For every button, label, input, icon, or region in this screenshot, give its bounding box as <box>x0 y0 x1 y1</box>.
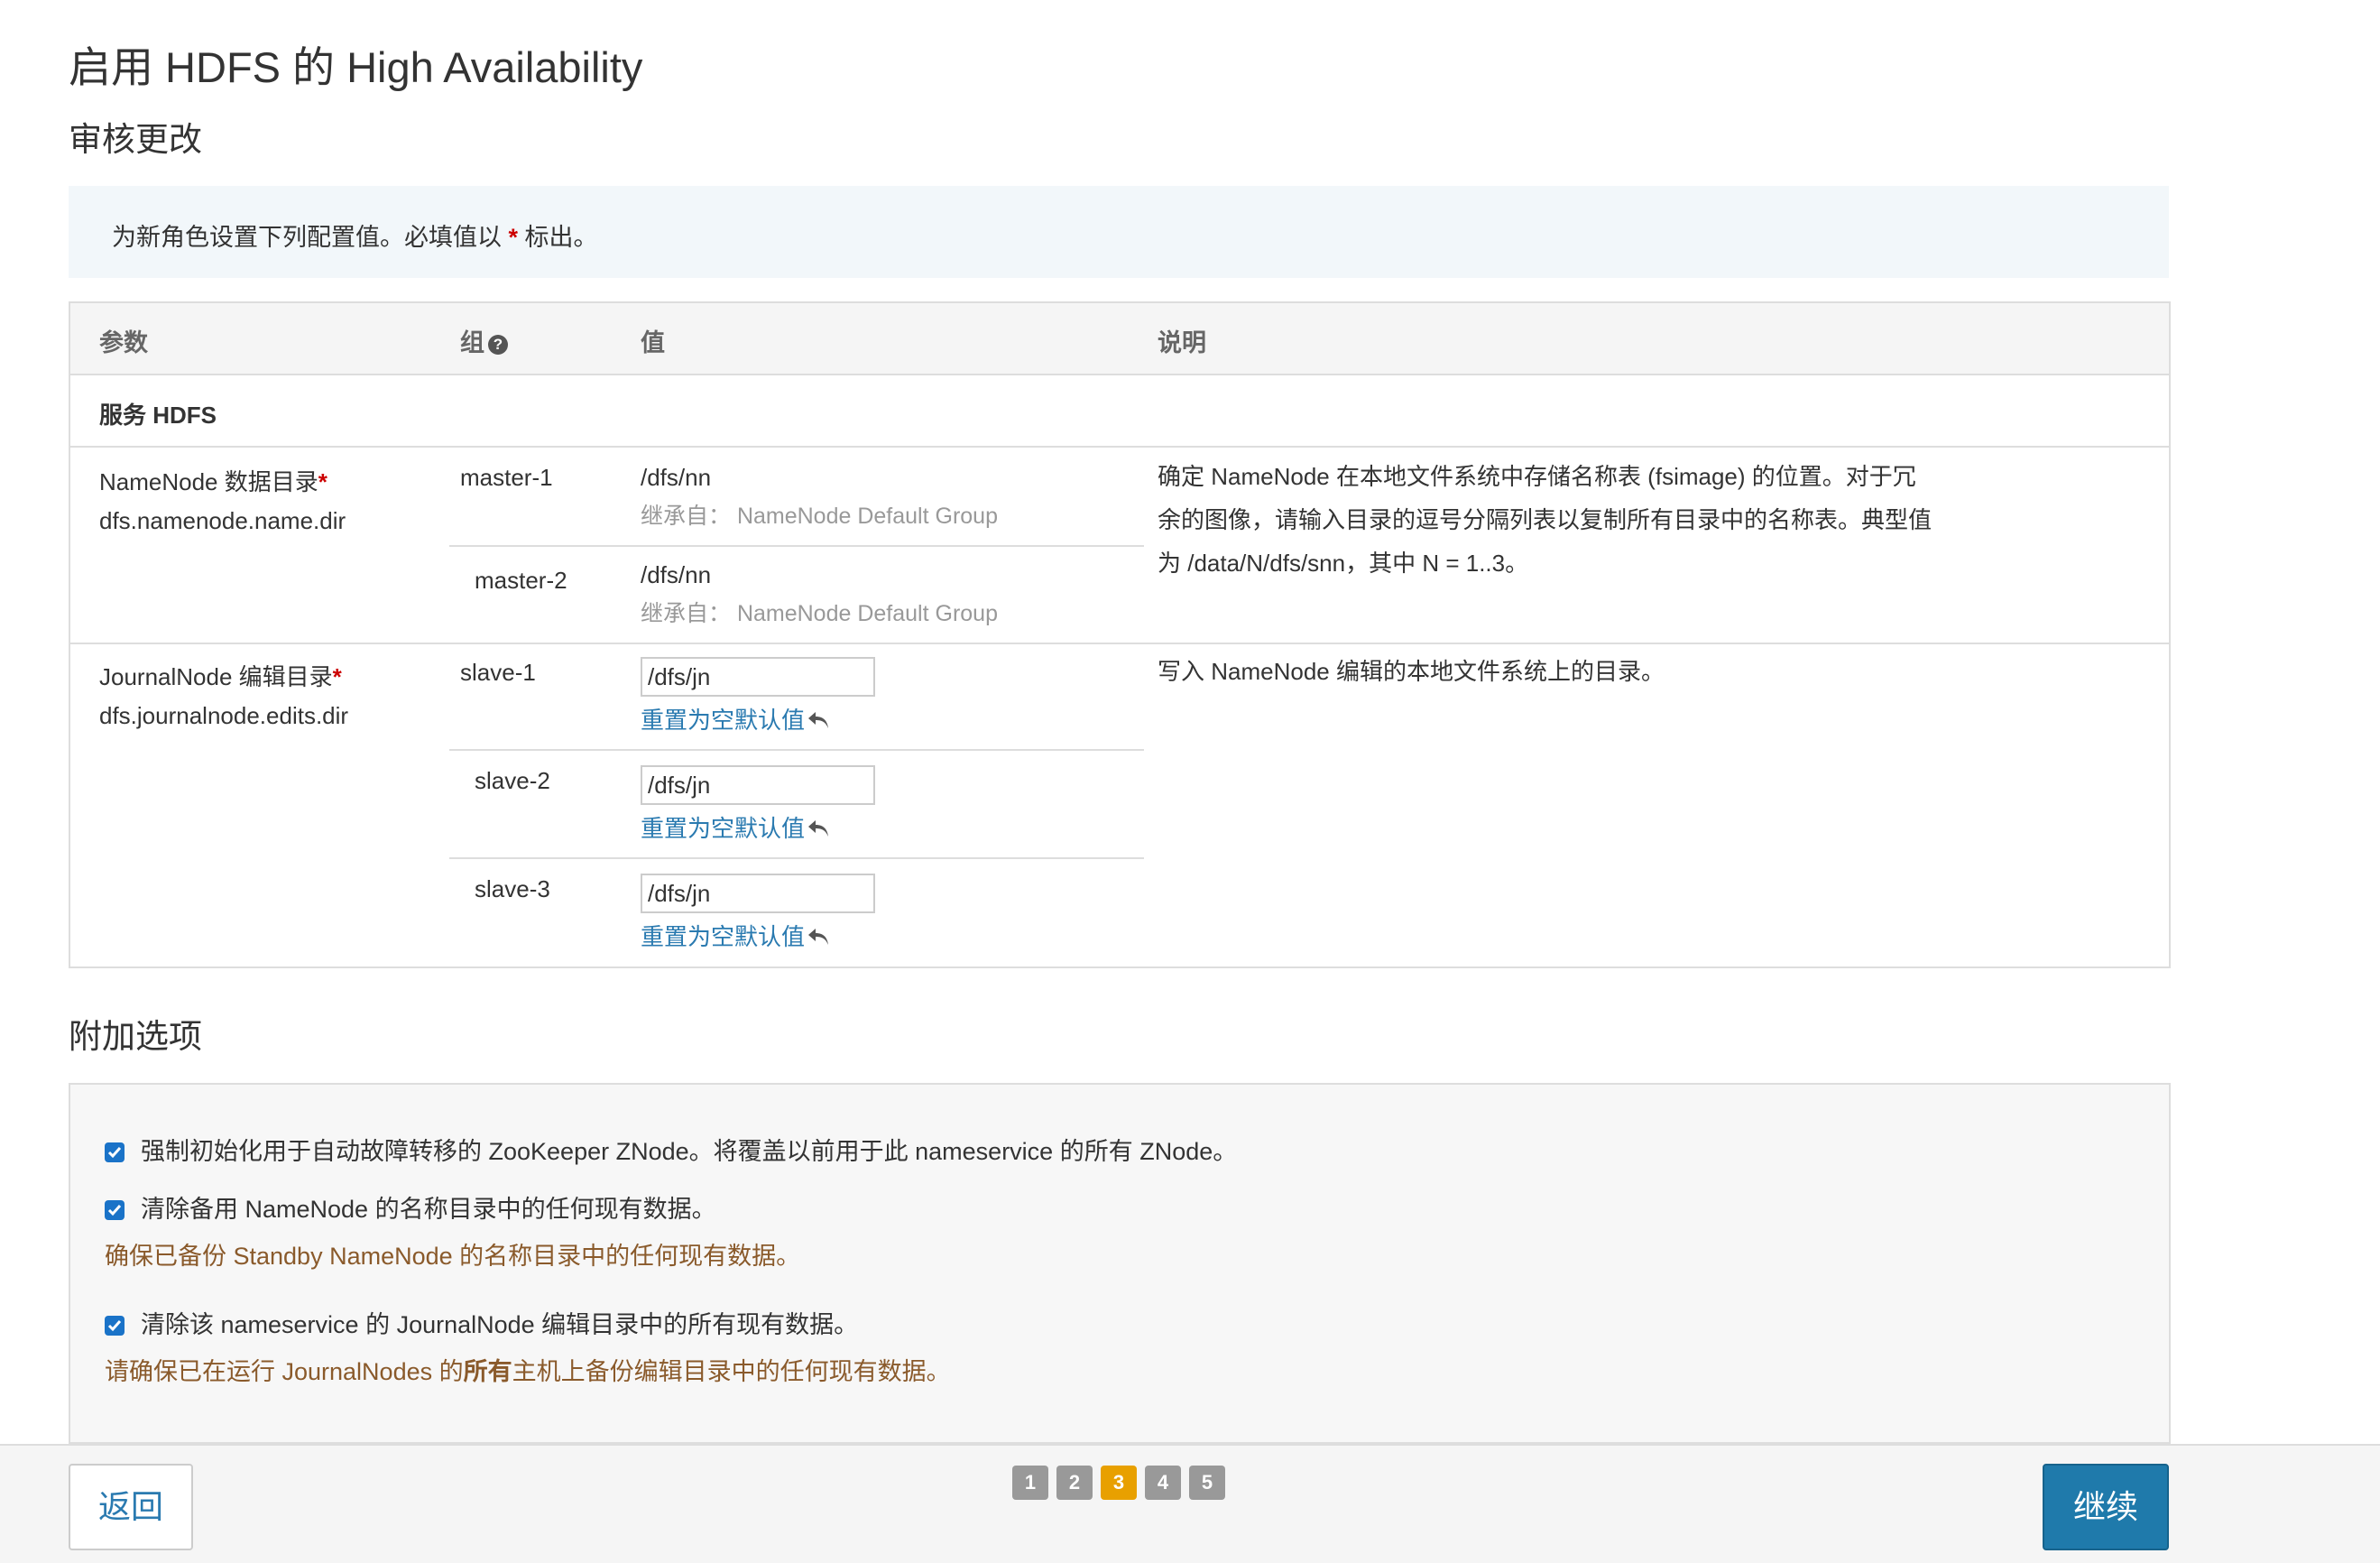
param-description: 确定 NameNode 在本地文件系统中存储名称表 (fsimage) 的位置。… <box>1158 463 1933 577</box>
step-3-active: 3 <box>1101 1466 1137 1500</box>
group-name: slave-2 <box>475 767 550 794</box>
info-banner: 为新角色设置下列配置值。必填值以 * 标出。 <box>69 186 2169 278</box>
row-divider <box>70 643 2169 644</box>
reset-default-link[interactable]: 重置为空默认值 <box>641 810 832 846</box>
param-description: 写入 NameNode 编辑的本地文件系统上的目录。 <box>1158 658 1665 685</box>
section-row: 服务 HDFS <box>70 375 2169 448</box>
row-divider <box>449 545 1144 547</box>
option-warning: 请确保已在运行 JournalNodes 的所有主机上备份编辑目录中的任何现有数… <box>105 1352 951 1387</box>
checkbox-checked[interactable] <box>105 1200 125 1220</box>
additional-options-title: 附加选项 <box>69 1018 202 1055</box>
reset-label: 重置为空默认值 <box>641 707 806 734</box>
checkbox-checked[interactable] <box>105 1316 125 1336</box>
page-title: 启用 HDFS 的 High Availability <box>69 43 643 91</box>
back-button[interactable]: 返回 <box>69 1464 193 1550</box>
wizard-footer: 返回 12345 继续 <box>0 1444 2380 1563</box>
reset-label: 重置为空默认值 <box>641 923 806 950</box>
step-4: 4 <box>1145 1466 1181 1500</box>
step-1: 1 <box>1012 1466 1048 1500</box>
value-input[interactable] <box>641 874 875 913</box>
info-text-after: 标出。 <box>518 224 598 251</box>
inherit-text: 继承自： NameNode Default Group <box>641 601 998 626</box>
continue-button[interactable]: 继续 <box>2043 1464 2169 1550</box>
header-value: 值 <box>641 329 665 356</box>
param-name: JournalNode 编辑目录* <box>99 659 342 692</box>
warning-text-before: 请确保已在运行 JournalNodes 的 <box>105 1358 464 1385</box>
option-clear-journalnode[interactable]: 清除该 nameservice 的 JournalNode 编辑目录中的所有现有… <box>105 1305 858 1340</box>
undo-icon <box>807 818 832 846</box>
group-name: slave-1 <box>460 659 536 686</box>
option-label: 清除备用 NameNode 的名称目录中的任何现有数据。 <box>141 1196 716 1223</box>
step-5: 5 <box>1189 1466 1225 1500</box>
param-key: dfs.journalnode.edits.dir <box>99 702 349 729</box>
param-name-label: JournalNode 编辑目录 <box>99 663 333 690</box>
option-label: 清除该 nameservice 的 JournalNode 编辑目录中的所有现有… <box>141 1311 859 1338</box>
param-name: NameNode 数据目录* <box>99 464 327 497</box>
value-text: /dfs/nn <box>641 561 712 588</box>
undo-icon <box>807 709 832 737</box>
required-star: * <box>318 468 327 495</box>
header-param: 参数 <box>99 329 148 356</box>
section-label: 服务 HDFS <box>99 402 217 429</box>
value-input[interactable] <box>641 765 875 805</box>
param-name-label: NameNode 数据目录 <box>99 468 318 495</box>
help-icon[interactable]: ? <box>488 335 508 355</box>
option-warning: 确保已备份 Standby NameNode 的名称目录中的任何现有数据。 <box>105 1243 801 1270</box>
group-name: slave-3 <box>475 875 550 902</box>
info-text-before: 为新角色设置下列配置值。必填值以 <box>112 224 509 251</box>
header-description: 说明 <box>1158 329 1206 356</box>
table-header: 参数 组? 值 说明 <box>70 303 2169 375</box>
required-star: * <box>332 663 342 690</box>
reset-label: 重置为空默认值 <box>641 815 806 842</box>
checkbox-checked[interactable] <box>105 1142 125 1162</box>
header-group-label: 组 <box>460 329 484 356</box>
row-divider <box>449 749 1144 751</box>
reset-default-link[interactable]: 重置为空默认值 <box>641 702 832 737</box>
required-star: * <box>508 224 519 251</box>
additional-options-panel: 强制初始化用于自动故障转移的 ZooKeeper ZNode。将覆盖以前用于此 … <box>69 1083 2171 1444</box>
step-indicator: 12345 <box>1012 1466 1233 1500</box>
option-clear-standby[interactable]: 清除备用 NameNode 的名称目录中的任何现有数据。 <box>105 1189 716 1225</box>
step-2: 2 <box>1056 1466 1093 1500</box>
info-text: 为新角色设置下列配置值。必填值以 * 标出。 <box>112 217 598 253</box>
option-init-zookeeper[interactable]: 强制初始化用于自动故障转移的 ZooKeeper ZNode。将覆盖以前用于此 … <box>105 1132 1237 1167</box>
header-group: 组? <box>460 323 508 358</box>
inherit-text: 继承自： NameNode Default Group <box>641 504 998 529</box>
warning-text-bold: 所有 <box>463 1358 512 1385</box>
page: 启用 HDFS 的 High Availability 审核更改 为新角色设置下… <box>0 0 2380 1563</box>
row-divider <box>449 857 1144 859</box>
value-input[interactable] <box>641 657 875 697</box>
reset-default-link[interactable]: 重置为空默认值 <box>641 919 832 954</box>
value-text: /dfs/nn <box>641 464 712 491</box>
warning-text-after: 主机上备份编辑目录中的任何现有数据。 <box>512 1358 951 1385</box>
group-name: master-1 <box>460 464 553 491</box>
param-key: dfs.namenode.name.dir <box>99 507 346 534</box>
option-label: 强制初始化用于自动故障转移的 ZooKeeper ZNode。将覆盖以前用于此 … <box>141 1138 1238 1165</box>
page-subtitle: 审核更改 <box>69 121 202 158</box>
group-name: master-2 <box>475 567 567 594</box>
undo-icon <box>807 926 832 954</box>
config-table: 参数 组? 值 说明 服务 HDFS NameNode 数据目录* dfs.na… <box>69 301 2171 968</box>
